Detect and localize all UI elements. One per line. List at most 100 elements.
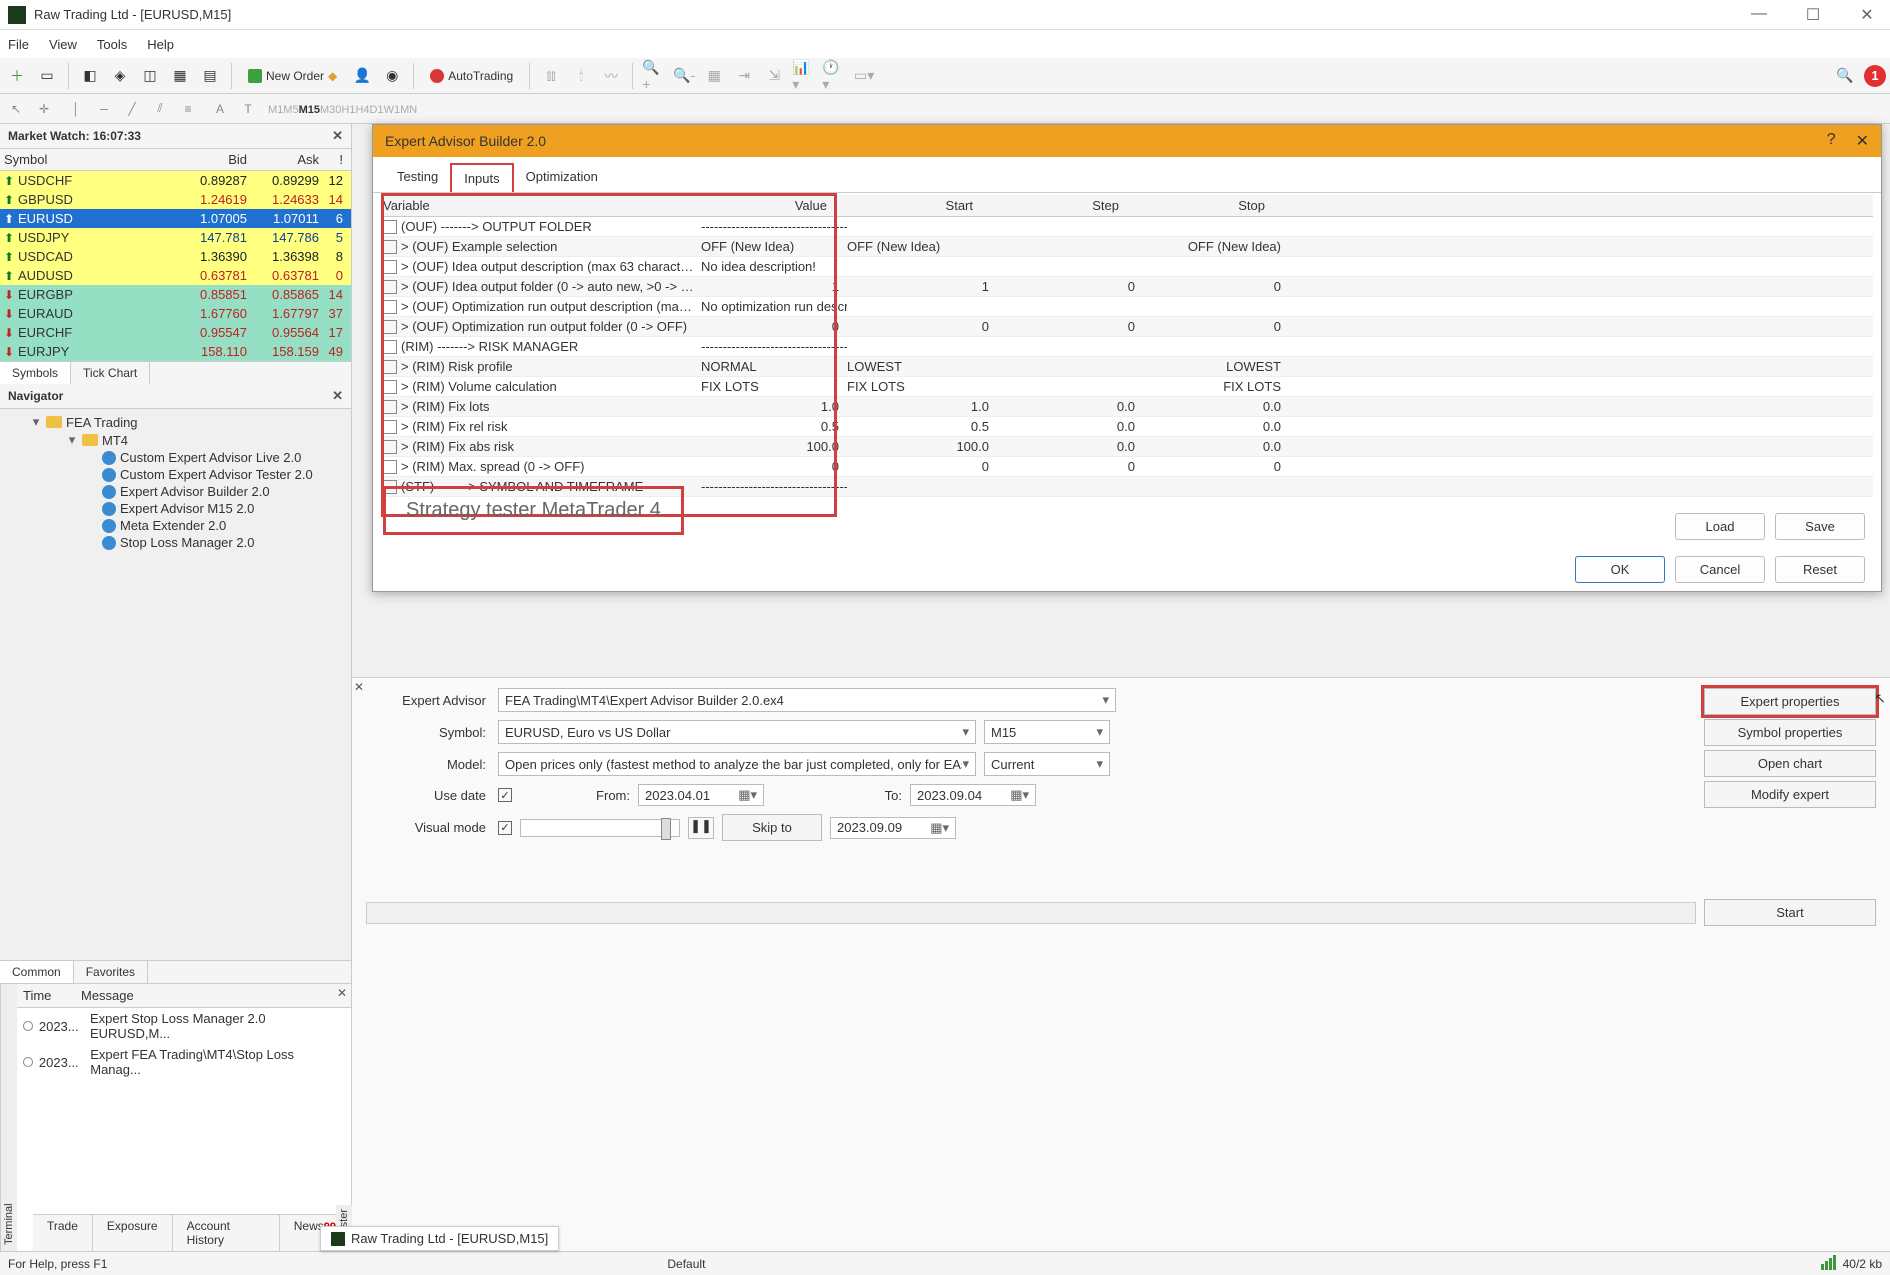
metaquotes-icon[interactable]: 👤: [349, 63, 375, 89]
tree-item[interactable]: Stop Loss Manager 2.0: [2, 534, 349, 551]
maximize-button[interactable]: ☐: [1798, 5, 1828, 25]
symbol-row[interactable]: ⬆USDJPY147.781147.7865: [0, 228, 351, 247]
checkbox[interactable]: [383, 280, 397, 294]
tab-account-history[interactable]: Account History: [173, 1215, 280, 1251]
timeframe-M15[interactable]: M15: [299, 104, 320, 116]
checkbox[interactable]: [383, 260, 397, 274]
symbol-properties-button[interactable]: Symbol properties: [1704, 719, 1876, 746]
bar-chart-icon[interactable]: ⫾⫾: [538, 63, 564, 89]
period-select[interactable]: M15▾: [984, 720, 1110, 744]
skip-date[interactable]: 2023.09.09▦▾: [830, 817, 956, 839]
input-row[interactable]: > (OUF) Optimization run output folder (…: [381, 317, 1873, 337]
close-icon[interactable]: ✕: [1856, 131, 1869, 151]
tree-item[interactable]: Meta Extender 2.0: [2, 517, 349, 534]
checkbox[interactable]: [383, 400, 397, 414]
symbol-row[interactable]: ⬇EURJPY158.110158.15949: [0, 342, 351, 361]
input-row[interactable]: > (RIM) Max. spread (0 -> OFF)0000: [381, 457, 1873, 477]
taskbar-item[interactable]: Raw Trading Ltd - [EURUSD,M15]: [320, 1226, 559, 1251]
auto-trading-button[interactable]: AutoTrading: [422, 62, 521, 90]
tab-favorites[interactable]: Favorites: [74, 961, 148, 983]
alert-badge[interactable]: 1: [1864, 65, 1886, 87]
close-icon[interactable]: ✕: [332, 388, 343, 404]
timeframe-M30[interactable]: M30: [320, 104, 341, 116]
ea-select[interactable]: FEA Trading\MT4\Expert Advisor Builder 2…: [498, 688, 1116, 712]
new-order-button[interactable]: New Order◆: [240, 62, 345, 90]
vline-icon[interactable]: │: [64, 97, 88, 121]
ok-button[interactable]: OK: [1575, 556, 1665, 583]
text-icon[interactable]: A: [208, 97, 232, 121]
save-button[interactable]: Save: [1775, 513, 1865, 540]
tree-item[interactable]: ▾MT4: [2, 431, 349, 449]
tab-optimization[interactable]: Optimization: [514, 163, 610, 192]
checkbox[interactable]: [383, 300, 397, 314]
input-row[interactable]: (OUF) -------> OUTPUT FOLDER------------…: [381, 217, 1873, 237]
candle-icon[interactable]: 🕯: [568, 63, 594, 89]
timeframe-D1[interactable]: D1: [370, 104, 384, 116]
tab-trade[interactable]: Trade: [33, 1215, 93, 1251]
close-icon[interactable]: ✕: [332, 128, 343, 144]
tab-exposure[interactable]: Exposure: [93, 1215, 173, 1251]
input-row[interactable]: > (RIM) Fix abs risk100.0100.00.00.0: [381, 437, 1873, 457]
dialog-titlebar[interactable]: Expert Advisor Builder 2.0 ? ✕: [373, 125, 1881, 157]
model-select[interactable]: Open prices only (fastest method to anal…: [498, 752, 976, 776]
help-icon[interactable]: ?: [1827, 131, 1836, 151]
checkbox[interactable]: [383, 360, 397, 374]
tree-item[interactable]: Expert Advisor Builder 2.0: [2, 483, 349, 500]
terminal-icon[interactable]: ▦: [167, 63, 193, 89]
checkbox[interactable]: [383, 220, 397, 234]
symbol-row[interactable]: ⬆AUDUSD0.637810.637810: [0, 266, 351, 285]
timeframe-MN[interactable]: MN: [400, 104, 417, 116]
checkbox[interactable]: [383, 380, 397, 394]
open-chart-button[interactable]: Open chart: [1704, 750, 1876, 777]
fibo-icon[interactable]: ≡: [176, 97, 200, 121]
input-row[interactable]: > (RIM) Fix rel risk0.50.50.00.0: [381, 417, 1873, 437]
tile-icon[interactable]: ▦: [701, 63, 727, 89]
input-row[interactable]: > (OUF) Optimization run output descript…: [381, 297, 1873, 317]
symbol-row[interactable]: ⬇EURCHF0.955470.9556417: [0, 323, 351, 342]
log-row[interactable]: 2023...Expert Stop Loss Manager 2.0 EURU…: [17, 1008, 351, 1044]
menu-tools[interactable]: Tools: [97, 37, 127, 52]
skip-to-button[interactable]: Skip to: [722, 814, 822, 841]
from-date[interactable]: 2023.04.01▦▾: [638, 784, 764, 806]
symbol-row[interactable]: ⬆EURUSD1.070051.070116: [0, 209, 351, 228]
input-row[interactable]: > (RIM) Risk profileNORMALLOWESTLOWEST: [381, 357, 1873, 377]
speed-slider[interactable]: [520, 819, 680, 837]
menu-file[interactable]: File: [8, 37, 29, 52]
visual-mode-checkbox[interactable]: ✓: [498, 821, 512, 835]
templates-icon[interactable]: ▭▾: [851, 63, 877, 89]
indicators-icon[interactable]: 📊▾: [791, 63, 817, 89]
tab-common[interactable]: Common: [0, 961, 74, 983]
zoom-out-icon[interactable]: 🔍-: [671, 63, 697, 89]
tree-item[interactable]: Expert Advisor M15 2.0: [2, 500, 349, 517]
channel-icon[interactable]: ⫽: [148, 97, 172, 121]
tree-item[interactable]: Custom Expert Advisor Live 2.0: [2, 449, 349, 466]
autoscroll-icon[interactable]: ⇲: [761, 63, 787, 89]
input-row[interactable]: > (RIM) Volume calculationFIX LOTSFIX LO…: [381, 377, 1873, 397]
checkbox[interactable]: [383, 460, 397, 474]
symbol-row[interactable]: ⬇EURAUD1.677601.6779737: [0, 304, 351, 323]
symbol-row[interactable]: ⬆USDCAD1.363901.363988: [0, 247, 351, 266]
tab-testing[interactable]: Testing: [385, 163, 450, 192]
input-row[interactable]: > (OUF) Idea output description (max 63 …: [381, 257, 1873, 277]
timeframe-W1[interactable]: W1: [384, 104, 401, 116]
cursor-icon[interactable]: ↖: [4, 97, 28, 121]
minimize-button[interactable]: —: [1744, 5, 1774, 25]
timeframe-H1[interactable]: H1: [341, 104, 355, 116]
pause-button[interactable]: ❚❚: [688, 817, 714, 839]
label-icon[interactable]: T: [236, 97, 260, 121]
input-row[interactable]: > (OUF) Example selectionOFF (New Idea)O…: [381, 237, 1873, 257]
menu-help[interactable]: Help: [147, 37, 174, 52]
to-date[interactable]: 2023.09.04▦▾: [910, 784, 1036, 806]
trendline-icon[interactable]: ╱: [120, 97, 144, 121]
market-watch-icon[interactable]: ◧: [77, 63, 103, 89]
line-chart-icon[interactable]: 〰: [598, 63, 624, 89]
tree-item[interactable]: ▾FEA Trading: [2, 413, 349, 431]
start-button[interactable]: Start: [1704, 899, 1876, 926]
shift-icon[interactable]: ⇥: [731, 63, 757, 89]
signals-icon[interactable]: ◉: [379, 63, 405, 89]
close-icon[interactable]: ✕: [354, 680, 364, 694]
symbol-row[interactable]: ⬆USDCHF0.892870.8929912: [0, 171, 351, 190]
periods-icon[interactable]: 🕐▾: [821, 63, 847, 89]
checkbox[interactable]: [383, 420, 397, 434]
timeframe-M1[interactable]: M1: [268, 104, 283, 116]
